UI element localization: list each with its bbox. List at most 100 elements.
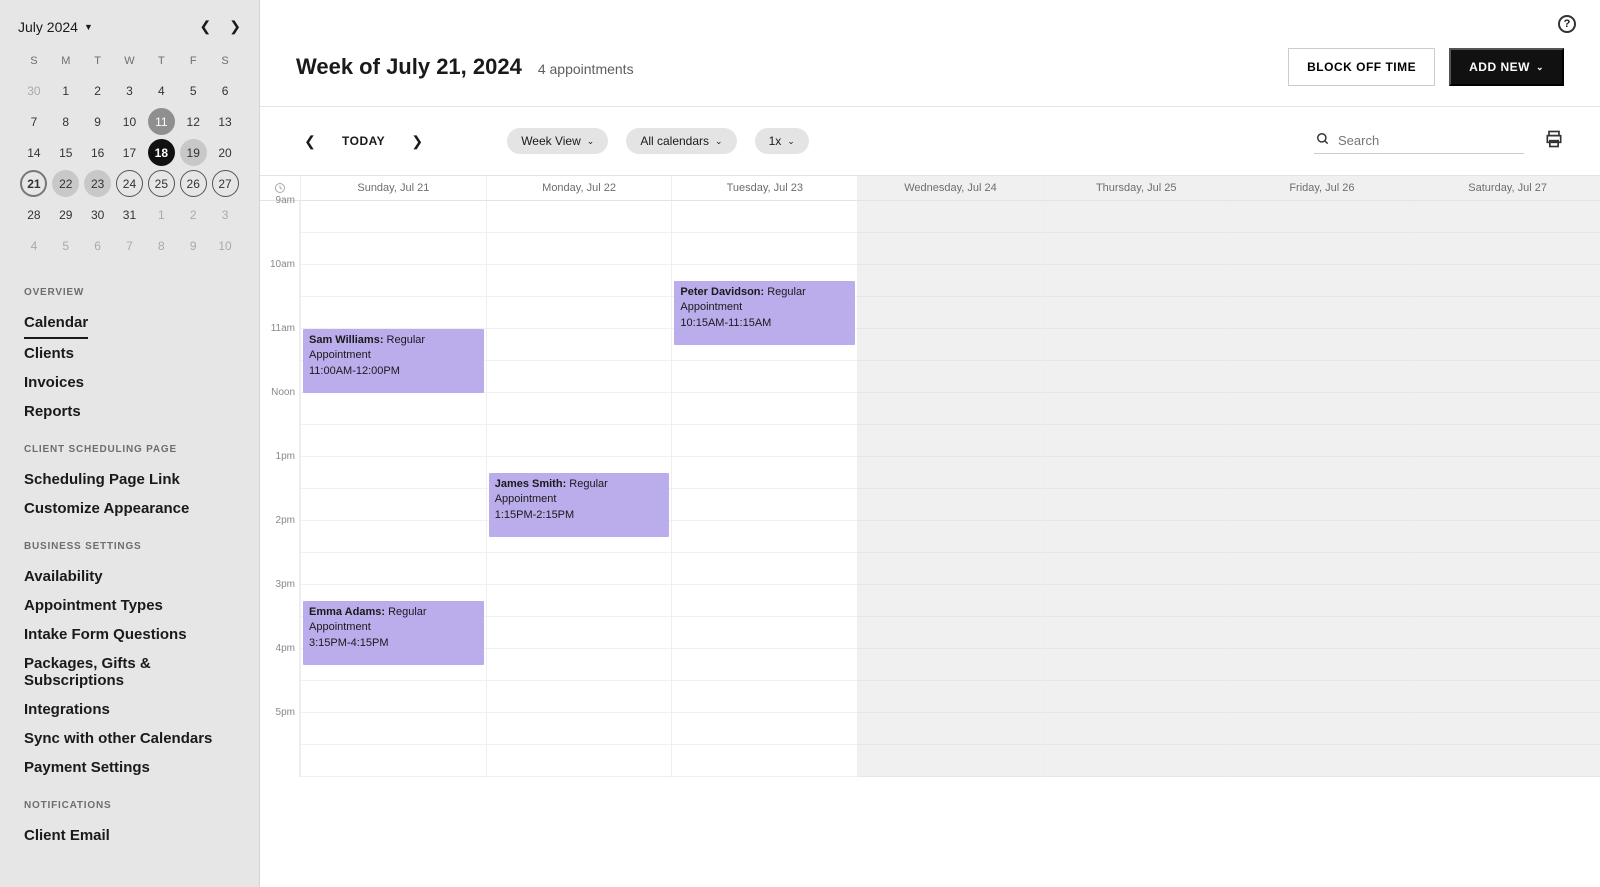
nav-heading: NOTIFICATIONS [24,800,235,811]
mini-cal-day[interactable]: 5 [52,232,79,259]
sidebar-item-calendar[interactable]: Calendar [24,308,88,339]
sidebar-item-payment-settings[interactable]: Payment Settings [24,753,235,782]
sidebar-item-clients[interactable]: Clients [24,339,235,368]
search-input[interactable] [1338,133,1522,148]
mini-cal-day[interactable]: 24 [116,170,143,197]
event-time: 11:00AM-12:00PM [309,364,478,379]
sidebar-item-packages-gifts-subscriptions[interactable]: Packages, Gifts & Subscriptions [24,649,235,695]
mini-cal-day[interactable]: 17 [116,139,143,166]
search-field[interactable] [1314,128,1524,154]
mini-cal-day[interactable]: 8 [52,108,79,135]
appointment-count: 4 appointments [538,61,634,77]
mini-cal-day[interactable]: 25 [148,170,175,197]
sidebar-item-customize-appearance[interactable]: Customize Appearance [24,494,235,523]
search-icon [1316,132,1330,149]
mini-cal-day[interactable]: 26 [180,170,207,197]
mini-cal-day[interactable]: 7 [20,108,47,135]
mini-cal-day[interactable]: 2 [84,77,111,104]
day-column[interactable] [1229,201,1415,777]
mini-cal-day[interactable]: 30 [20,77,47,104]
mini-cal-day[interactable]: 4 [148,77,175,104]
sidebar-item-invoices[interactable]: Invoices [24,368,235,397]
mini-cal-day[interactable]: 18 [148,139,175,166]
mini-cal-day[interactable]: 3 [212,201,239,228]
sidebar-item-appointment-types[interactable]: Appointment Types [24,591,235,620]
mini-cal-day[interactable]: 5 [180,77,207,104]
day-column[interactable]: Sam Williams: Regular Appointment11:00AM… [300,201,486,777]
mini-cal-day[interactable]: 4 [20,232,47,259]
mini-cal-dow: S [18,49,50,73]
add-new-button[interactable]: ADD NEW ⌄ [1449,48,1564,86]
mini-cal-day[interactable]: 10 [116,108,143,135]
mini-cal-day[interactable]: 14 [20,139,47,166]
sidebar-item-intake-form-questions[interactable]: Intake Form Questions [24,620,235,649]
block-off-time-button[interactable]: BLOCK OFF TIME [1288,48,1435,86]
zoom-picker[interactable]: 1x ⌄ [755,128,809,154]
mini-cal-day[interactable]: 16 [84,139,111,166]
prev-month-button[interactable]: ❮ [200,18,212,35]
view-picker[interactable]: Week View ⌄ [507,128,608,154]
day-header: Thursday, Jul 25 [1043,176,1229,200]
calendar-event[interactable]: Emma Adams: Regular Appointment3:15PM-4:… [303,601,484,665]
mini-cal-day[interactable]: 2 [180,201,207,228]
mini-cal-day[interactable]: 29 [52,201,79,228]
mini-cal-day[interactable]: 30 [84,201,111,228]
calendar-event[interactable]: Sam Williams: Regular Appointment11:00AM… [303,329,484,393]
mini-cal-day[interactable]: 22 [52,170,79,197]
page-header: Week of July 21, 2024 4 appointments BLO… [260,48,1600,107]
mini-cal-dow: S [209,49,241,73]
sidebar-item-reports[interactable]: Reports [24,397,235,426]
day-header: Wednesday, Jul 24 [857,176,1043,200]
day-column[interactable]: Peter Davidson: Regular Appointment10:15… [671,201,857,777]
mini-cal-day[interactable]: 27 [212,170,239,197]
mini-cal-day[interactable]: 6 [84,232,111,259]
mini-cal-day[interactable]: 19 [180,139,207,166]
chevron-down-icon: ⌄ [587,136,595,147]
time-label: Noon [260,393,300,425]
print-icon[interactable] [1544,129,1564,154]
sidebar-item-client-email[interactable]: Client Email [24,821,235,850]
mini-cal-day[interactable]: 3 [116,77,143,104]
mini-cal-dow: T [145,49,177,73]
sidebar-item-sync-with-other-calendars[interactable]: Sync with other Calendars [24,724,235,753]
calendar-grid: Sunday, Jul 21Monday, Jul 22Tuesday, Jul… [260,175,1600,887]
time-label: 4pm [260,649,300,681]
mini-cal-day[interactable]: 20 [212,139,239,166]
mini-cal-day[interactable]: 13 [212,108,239,135]
time-label: 10am [260,265,300,297]
mini-cal-day[interactable]: 7 [116,232,143,259]
calendar-event[interactable]: Peter Davidson: Regular Appointment10:15… [674,281,855,345]
mini-cal-day[interactable]: 23 [84,170,111,197]
mini-cal-day[interactable]: 8 [148,232,175,259]
calendar-picker[interactable]: All calendars ⌄ [626,128,736,154]
day-column[interactable] [857,201,1043,777]
mini-cal-day[interactable]: 6 [212,77,239,104]
day-column[interactable] [1043,201,1229,777]
mini-cal-day[interactable]: 1 [148,201,175,228]
mini-cal-day[interactable]: 28 [20,201,47,228]
next-week-button[interactable]: ❯ [403,127,431,155]
day-column[interactable] [1414,201,1600,777]
sidebar-item-integrations[interactable]: Integrations [24,695,235,724]
day-column[interactable]: James Smith: Regular Appointment1:15PM-2… [486,201,672,777]
mini-cal-day[interactable]: 9 [84,108,111,135]
time-label: 1pm [260,457,300,489]
prev-week-button[interactable]: ❮ [296,127,324,155]
mini-cal-day[interactable]: 12 [180,108,207,135]
month-picker[interactable]: July 2024 ▼ [18,19,93,35]
sidebar-item-availability[interactable]: Availability [24,562,235,591]
mini-cal-day[interactable]: 21 [20,170,47,197]
today-button[interactable]: TODAY [342,134,385,148]
mini-cal-day[interactable]: 10 [212,232,239,259]
calendar-event[interactable]: James Smith: Regular Appointment1:15PM-2… [489,473,670,537]
help-icon[interactable]: ? [1558,15,1576,33]
page-title: Week of July 21, 2024 [296,54,522,80]
mini-cal-day[interactable]: 15 [52,139,79,166]
next-month-button[interactable]: ❯ [229,18,241,35]
mini-cal-day[interactable]: 1 [52,77,79,104]
sidebar-item-scheduling-page-link[interactable]: Scheduling Page Link [24,465,235,494]
main: ? Week of July 21, 2024 4 appointments B… [260,0,1600,887]
mini-cal-day[interactable]: 31 [116,201,143,228]
mini-cal-day[interactable]: 9 [180,232,207,259]
mini-cal-day[interactable]: 11 [148,108,175,135]
